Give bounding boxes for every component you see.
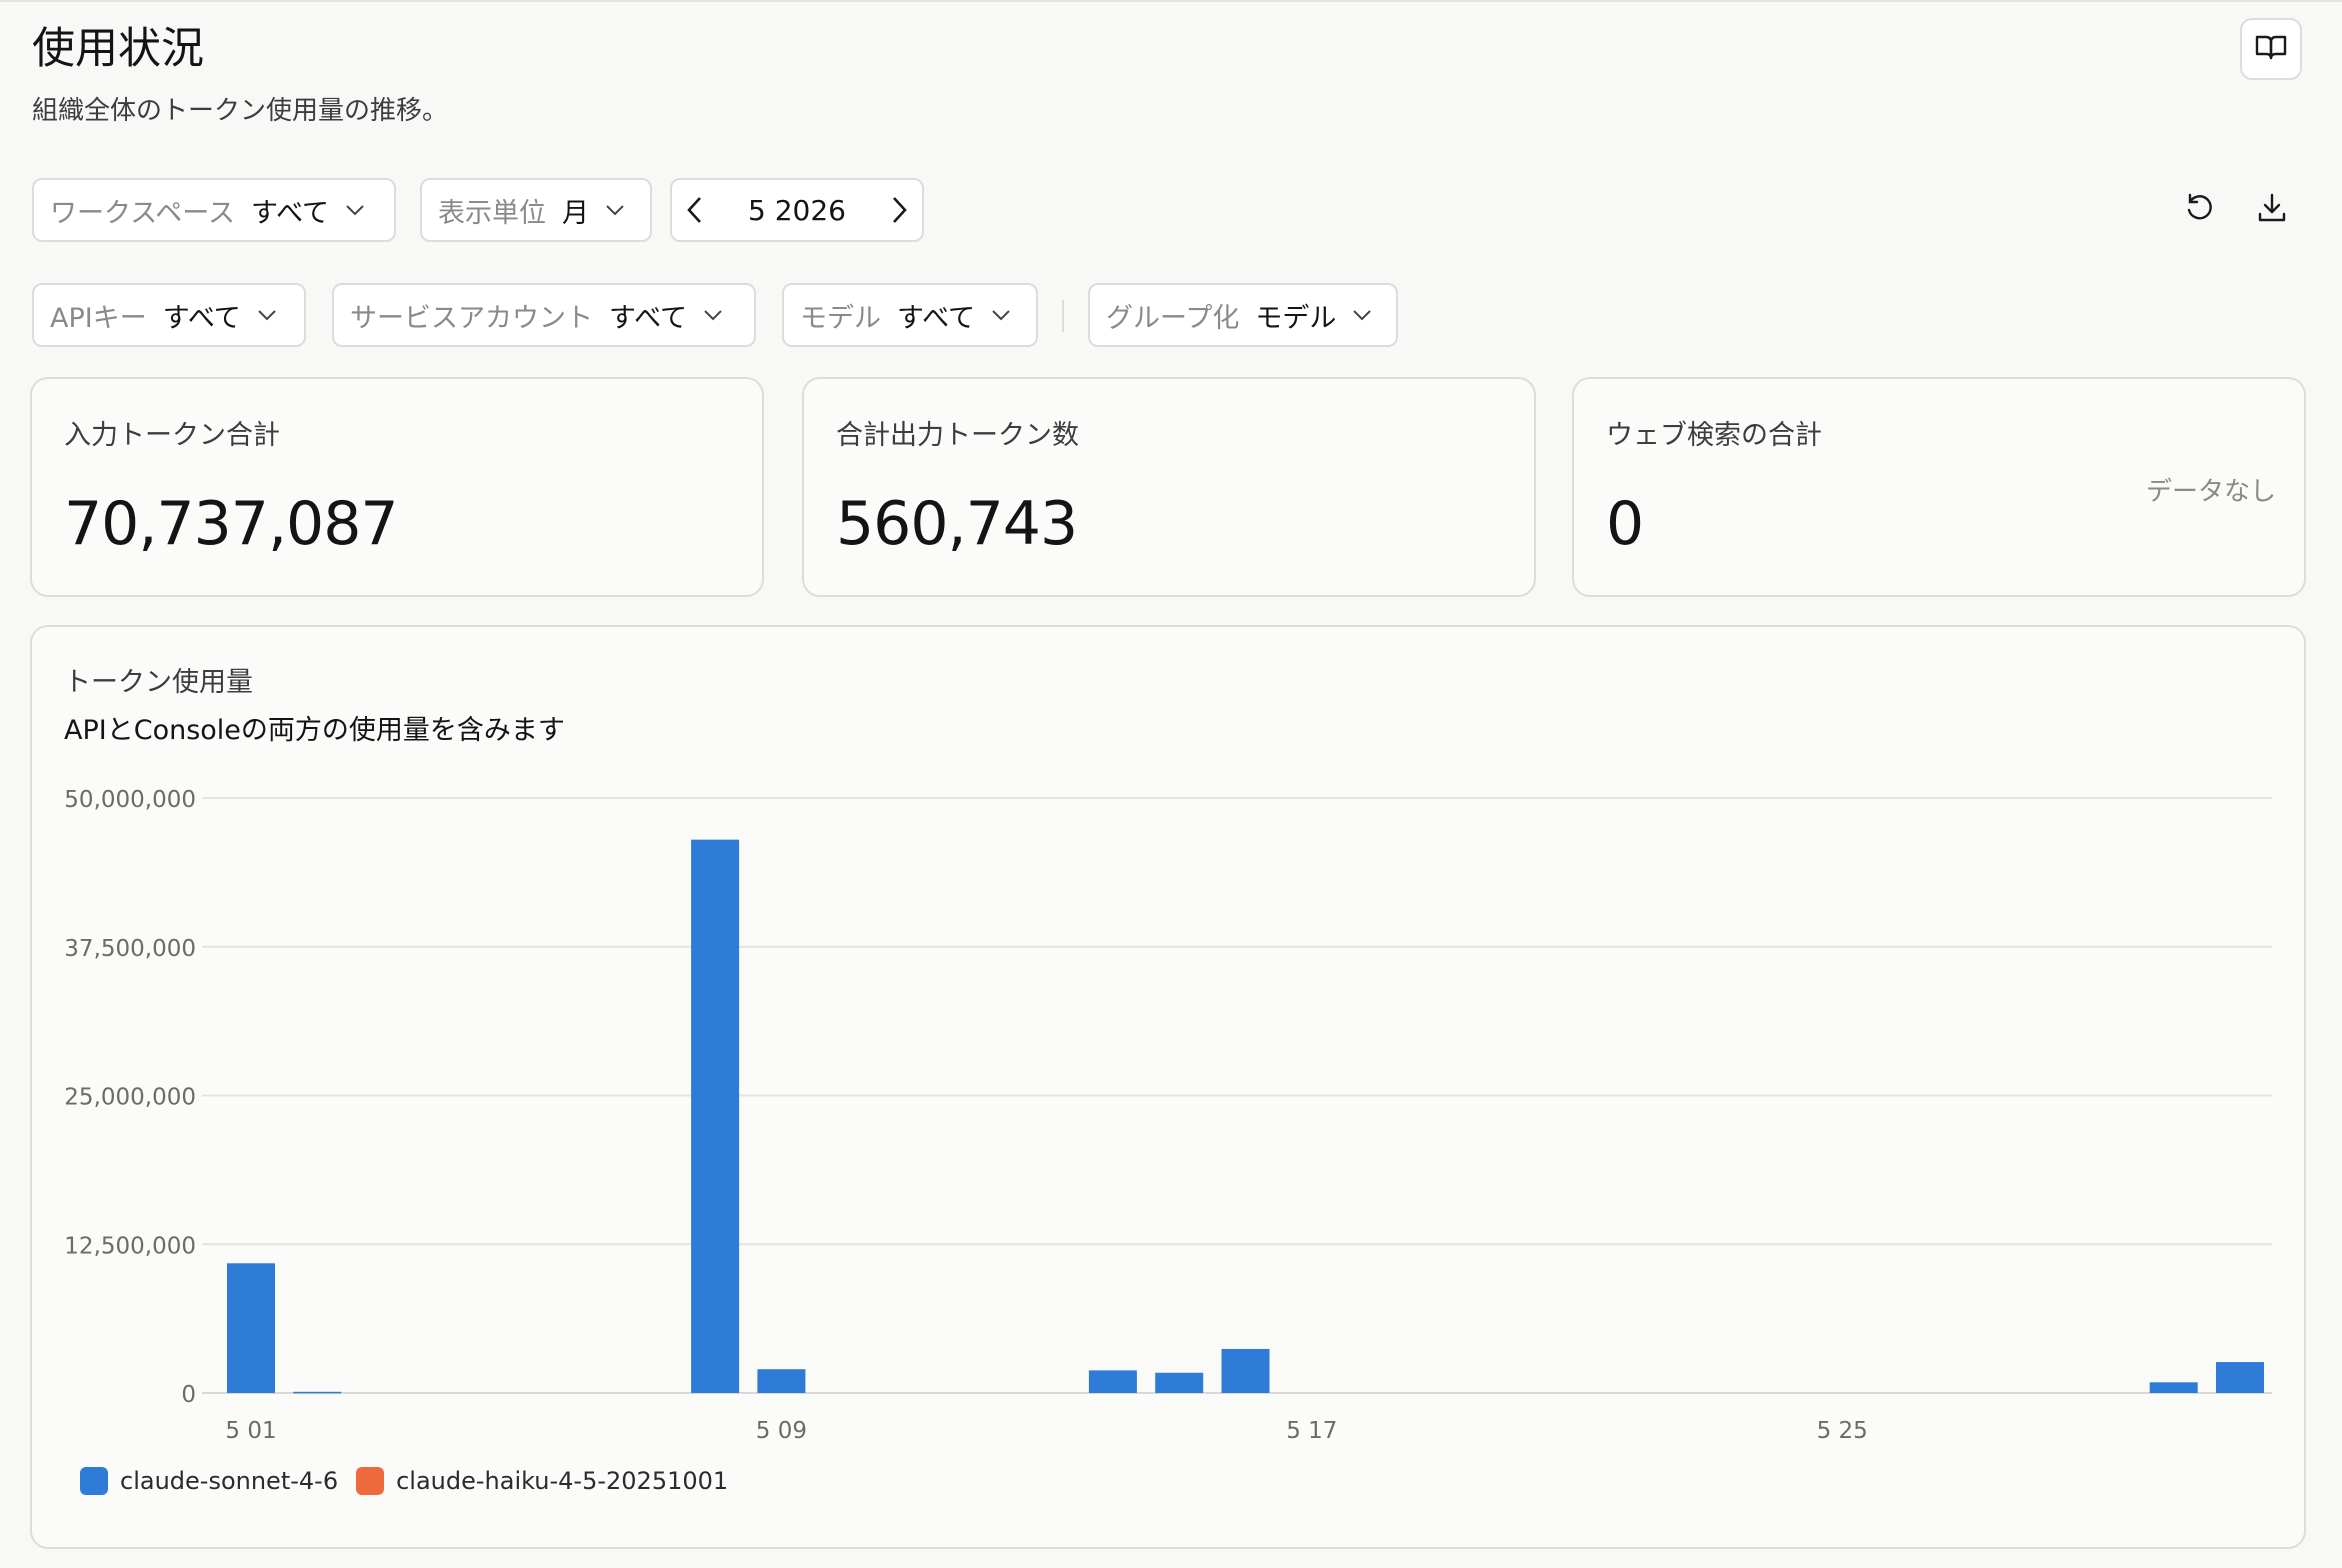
legend-label: claude-haiku-4-5-20251001 [396, 1467, 729, 1495]
y-tick-label: 12,500,000 [64, 1233, 196, 1259]
legend-swatch [80, 1467, 108, 1495]
x-tick-label: 5 09 [756, 1418, 807, 1444]
token-usage-bar-chart: 0 12,500,000 25,000,000 37,500,000 50,000,00… [64, 787, 2272, 1444]
y-tick-label: 50,000,000 [64, 787, 196, 813]
x-tick-label: 5 25 [1817, 1418, 1868, 1444]
legend-swatch [356, 1467, 385, 1495]
bar [2216, 1362, 2264, 1393]
y-tick-label: 0 [181, 1382, 196, 1408]
bar [1155, 1372, 1204, 1393]
chart-legend: claude-sonnet-4-6 claude-haiku-4-5-20251… [80, 1467, 746, 1495]
bar [227, 1263, 275, 1393]
x-tick-label: 5 17 [1286, 1418, 1337, 1444]
bar [757, 1369, 806, 1393]
y-tick-label: 37,500,000 [64, 936, 196, 962]
bar [1221, 1348, 1270, 1393]
bar [1088, 1370, 1137, 1393]
legend-item[interactable]: claude-haiku-4-5-20251001 [356, 1467, 728, 1495]
bar [2149, 1382, 2198, 1393]
bar [691, 839, 740, 1393]
x-tick-label: 5 01 [225, 1418, 276, 1444]
legend-item[interactable]: claude-sonnet-4-6 [80, 1467, 338, 1495]
legend-label: claude-sonnet-4-6 [120, 1467, 339, 1495]
y-tick-label: 25,000,000 [64, 1085, 196, 1111]
bar [293, 1391, 342, 1394]
